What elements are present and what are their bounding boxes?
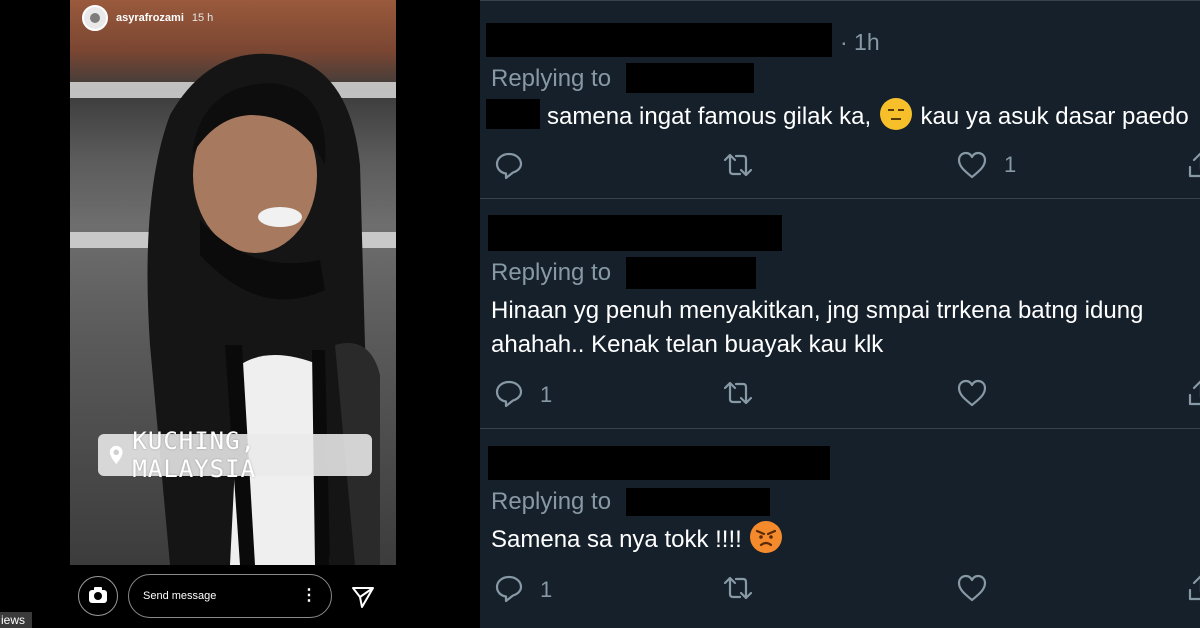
angry-face-emoji: [750, 521, 783, 553]
story-header: asyrafrozami 15 h: [82, 5, 213, 31]
share-icon: [1188, 575, 1200, 601]
reply-icon: [495, 575, 523, 603]
send-message-input[interactable]: Send message ⋮: [128, 574, 332, 618]
tweet-text: samena ingat famous gilak ka, kau ya asu…: [547, 98, 1189, 134]
send-icon[interactable]: [350, 584, 376, 610]
retweet-button[interactable]: [722, 377, 754, 409]
retweet-icon: [723, 153, 753, 177]
location-label: KUCHING, MALAYSIA: [132, 427, 257, 483]
twitter-replies: · 1h Replying to samena ingat famous gil…: [480, 0, 1200, 628]
location-sticker[interactable]: KUCHING, MALAYSIA: [98, 427, 372, 483]
avatar[interactable]: [82, 5, 108, 31]
reply-icon: [495, 152, 523, 180]
share-icon: [1188, 380, 1200, 406]
tweet-timestamp: · 1h: [840, 29, 880, 55]
heart-icon: [957, 379, 987, 407]
like-button[interactable]: [956, 149, 988, 181]
reply-icon: [495, 380, 523, 408]
reply-count: 1: [540, 577, 553, 602]
tweet-3[interactable]: Replying to Samena sa nya tokk !!!! 1: [480, 428, 1200, 628]
reply-button[interactable]: [493, 377, 525, 409]
retweet-button[interactable]: [722, 572, 754, 604]
tweet-2[interactable]: Replying to Hinaan yg penuh menyakitkan,…: [480, 198, 1200, 428]
instagram-story: asyrafrozami 15 h KUCHING, MALAYSIA Send…: [0, 0, 480, 628]
tweet-text-line-1: Hinaan yg penuh menyakitkan, jng smpai t…: [491, 297, 1144, 324]
share-button[interactable]: [1185, 149, 1200, 181]
more-options-icon[interactable]: ⋮: [301, 588, 317, 604]
replying-to-label: Replying to: [491, 65, 612, 92]
redacted-reply-handle[interactable]: [626, 488, 770, 516]
replying-to-label: Replying to: [491, 488, 612, 515]
retweet-icon: [723, 576, 753, 600]
like-button[interactable]: [956, 572, 988, 604]
story-footer: Send message ⋮: [70, 566, 396, 628]
redacted-reply-handle[interactable]: [626, 257, 756, 289]
share-button[interactable]: [1185, 377, 1200, 409]
message-placeholder: Send message: [143, 590, 217, 602]
reply-button[interactable]: [493, 572, 525, 604]
expressionless-face-emoji: [879, 98, 912, 130]
redacted-display-name: [488, 215, 782, 251]
redacted-display-name: [486, 23, 832, 57]
retweet-button[interactable]: [722, 149, 754, 181]
camera-icon: [89, 586, 107, 603]
reply-count: 1: [540, 382, 553, 407]
heart-icon: [957, 574, 987, 602]
redacted-mention: [486, 99, 540, 129]
location-pin-icon: [109, 445, 123, 465]
redacted-display-name: [488, 446, 830, 480]
share-button[interactable]: [1185, 572, 1200, 604]
redacted-reply-handle[interactable]: [626, 63, 754, 93]
tweet-text: Samena sa nya tokk !!!!: [491, 521, 784, 557]
share-icon: [1188, 152, 1200, 178]
heart-icon: [957, 151, 987, 179]
tweet-text-part-2: kau ya asuk dasar paedo: [920, 103, 1189, 130]
reply-button[interactable]: [493, 149, 525, 181]
tweet-text-line-2: ahahah.. Kenak telan buayak kau klk: [491, 331, 884, 358]
retweet-icon: [723, 381, 753, 405]
views-label: iews: [0, 612, 32, 628]
tweet-1[interactable]: · 1h Replying to samena ingat famous gil…: [480, 0, 1200, 198]
story-username[interactable]: asyrafrozami: [116, 12, 184, 24]
like-count: 1: [1004, 152, 1017, 177]
person-photo: [147, 53, 380, 565]
replying-to-label: Replying to: [491, 259, 612, 286]
like-button[interactable]: [956, 377, 988, 409]
tweet-text-part-1: Samena sa nya tokk !!!!: [491, 526, 742, 553]
camera-button[interactable]: [78, 576, 118, 616]
tweet-text-part-1: samena ingat famous gilak ka,: [547, 103, 872, 130]
story-timestamp: 15 h: [191, 12, 214, 24]
